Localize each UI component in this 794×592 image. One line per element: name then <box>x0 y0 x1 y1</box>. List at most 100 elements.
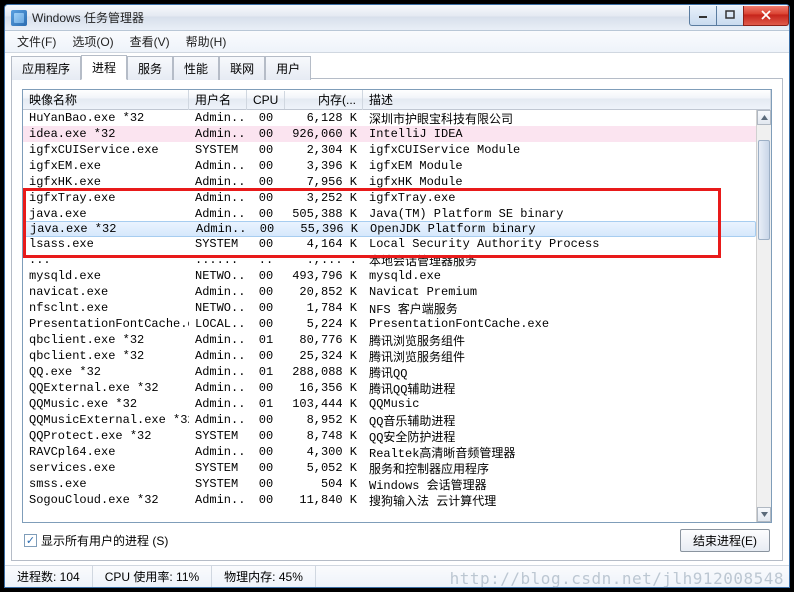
cell-cpu: 00 <box>247 349 285 363</box>
tab-networking[interactable]: 联网 <box>219 56 265 80</box>
checkbox-label: 显示所有用户的进程 (S) <box>41 532 168 549</box>
cell-cpu: 00 <box>248 222 286 236</box>
table-row[interactable]: QQMusic.exe *32Admin...01103,444 KQQMusi… <box>23 396 756 412</box>
cell-user: Admin... <box>189 127 247 141</box>
cell-mem: 6,128 K <box>285 111 363 125</box>
cell-cpu: 00 <box>247 493 285 507</box>
maximize-button[interactable] <box>716 6 744 26</box>
list-header: 映像名称 用户名 CPU 内存(... 描述 <box>23 90 771 110</box>
tabs: 应用程序 进程 服务 性能 联网 用户 <box>11 57 783 79</box>
cell-mem: 55,396 K <box>286 222 364 236</box>
tab-processes[interactable]: 进程 <box>81 55 127 80</box>
table-row[interactable]: QQMusicExternal.exe *32Admin...008,952 K… <box>23 412 756 428</box>
table-row[interactable]: java.exeAdmin...00505,388 KJava(TM) Plat… <box>23 206 756 222</box>
cell-user: LOCAL... <box>189 317 247 331</box>
table-row[interactable]: SogouCloud.exe *32Admin...0011,840 K搜狗输入… <box>23 492 756 508</box>
cell-mem: 504 K <box>285 477 363 491</box>
cell-desc: igfxEM Module <box>363 159 756 173</box>
bottom-bar: ✓ 显示所有用户的进程 (S) 结束进程(E) <box>22 523 772 554</box>
tab-users[interactable]: 用户 <box>265 56 311 80</box>
table-row[interactable]: lsass.exeSYSTEM004,164 KLocal Security A… <box>23 236 756 252</box>
cell-mem: 5,224 K <box>285 317 363 331</box>
cell-name: smss.exe <box>23 477 189 491</box>
col-cpu[interactable]: CPU <box>247 91 285 109</box>
cell-name: mysqld.exe <box>23 269 189 283</box>
cell-user: NETWO... <box>189 269 247 283</box>
cell-user: Admin... <box>189 175 247 189</box>
scroll-thumb[interactable] <box>758 140 770 240</box>
end-process-button[interactable]: 结束进程(E) <box>680 529 770 552</box>
cell-mem: 8,952 K <box>285 413 363 427</box>
cell-mem: .,... . <box>285 253 363 267</box>
table-row[interactable]: java.exe *32Admin...0055,396 KOpenJDK Pl… <box>23 221 756 237</box>
tab-applications[interactable]: 应用程序 <box>11 56 81 80</box>
close-button[interactable] <box>743 6 789 26</box>
vertical-scrollbar[interactable] <box>756 110 771 522</box>
col-memory[interactable]: 内存(... <box>285 89 363 110</box>
table-row[interactable]: HuYanBao.exe *32Admin...006,128 K深圳市护眼宝科… <box>23 110 756 126</box>
table-row[interactable]: QQExternal.exe *32Admin...0016,356 K腾讯QQ… <box>23 380 756 396</box>
table-row[interactable]: igfxHK.exeAdmin...007,956 KigfxHK Module <box>23 174 756 190</box>
scroll-down-button[interactable] <box>757 507 771 522</box>
table-row[interactable]: idea.exe *32Admin...00926,060 KIntelliJ … <box>23 126 756 142</box>
table-row[interactable]: qbclient.exe *32Admin...0180,776 K腾讯浏览服务… <box>23 332 756 348</box>
table-row[interactable]: QQ.exe *32Admin...01288,088 K腾讯QQ <box>23 364 756 380</box>
table-row[interactable]: ............,... .本地会话管理器服务 <box>23 252 756 268</box>
cell-user: Admin... <box>189 207 247 221</box>
table-row[interactable]: smss.exeSYSTEM00504 KWindows 会话管理器 <box>23 476 756 492</box>
cell-desc: 腾讯QQ辅助进程 <box>363 380 756 397</box>
cell-name: navicat.exe <box>23 285 189 299</box>
menu-help[interactable]: 帮助(H) <box>178 31 235 52</box>
cell-mem: 926,060 K <box>285 127 363 141</box>
minimize-button[interactable] <box>689 6 717 26</box>
cell-cpu: 01 <box>247 333 285 347</box>
tab-performance[interactable]: 性能 <box>173 56 219 80</box>
cell-desc: QQ音乐辅助进程 <box>363 412 756 429</box>
cell-name: qbclient.exe *32 <box>23 333 189 347</box>
cell-user: SYSTEM <box>189 237 247 251</box>
scroll-up-button[interactable] <box>757 110 771 125</box>
cell-mem: 103,444 K <box>285 397 363 411</box>
cell-cpu: .. <box>247 253 285 267</box>
menu-file[interactable]: 文件(F) <box>9 31 64 52</box>
menu-options[interactable]: 选项(O) <box>64 31 121 52</box>
col-user[interactable]: 用户名 <box>189 89 247 110</box>
cell-desc: 本地会话管理器服务 <box>363 252 756 269</box>
cell-name: lsass.exe <box>23 237 189 251</box>
col-image-name[interactable]: 映像名称 <box>23 89 189 110</box>
cell-desc: PresentationFontCache.exe <box>363 317 756 331</box>
status-process-count: 进程数: 104 <box>5 566 93 587</box>
table-row[interactable]: mysqld.exeNETWO...00493,796 Kmysqld.exe <box>23 268 756 284</box>
menubar: 文件(F) 选项(O) 查看(V) 帮助(H) <box>5 31 789 53</box>
cell-mem: 493,796 K <box>285 269 363 283</box>
process-list: 映像名称 用户名 CPU 内存(... 描述 HuYanBao.exe *32A… <box>22 89 772 523</box>
cell-desc: Realtek高清晰音频管理器 <box>363 444 756 461</box>
cell-mem: 2,304 K <box>285 143 363 157</box>
table-row[interactable]: services.exeSYSTEM005,052 K服务和控制器应用程序 <box>23 460 756 476</box>
list-body[interactable]: HuYanBao.exe *32Admin...006,128 K深圳市护眼宝科… <box>23 110 756 522</box>
cell-cpu: 00 <box>247 175 285 189</box>
cell-name: igfxTray.exe <box>23 191 189 205</box>
tab-services[interactable]: 服务 <box>127 56 173 80</box>
table-row[interactable]: RAVCpl64.exeAdmin...004,300 KRealtek高清晰音… <box>23 444 756 460</box>
cell-cpu: 00 <box>247 269 285 283</box>
table-row[interactable]: nfsclnt.exeNETWO...001,784 KNFS 客户端服务 <box>23 300 756 316</box>
table-row[interactable]: igfxTray.exeAdmin...003,252 KigfxTray.ex… <box>23 190 756 206</box>
table-row[interactable]: PresentationFontCache.exeLOCAL...005,224… <box>23 316 756 332</box>
table-row[interactable]: igfxEM.exeAdmin...003,396 KigfxEM Module <box>23 158 756 174</box>
show-all-users-checkbox[interactable]: ✓ 显示所有用户的进程 (S) <box>24 532 168 549</box>
cell-desc: 服务和控制器应用程序 <box>363 460 756 477</box>
menu-view[interactable]: 查看(V) <box>122 31 178 52</box>
table-row[interactable]: qbclient.exe *32Admin...0025,324 K腾讯浏览服务… <box>23 348 756 364</box>
cell-user: Admin... <box>189 413 247 427</box>
cell-name: RAVCpl64.exe <box>23 445 189 459</box>
window-title: Windows 任务管理器 <box>32 9 690 26</box>
cell-user: Admin... <box>189 381 247 395</box>
table-row[interactable]: navicat.exeAdmin...0020,852 KNavicat Pre… <box>23 284 756 300</box>
cell-desc: mysqld.exe <box>363 269 756 283</box>
col-description[interactable]: 描述 <box>363 89 771 110</box>
titlebar[interactable]: Windows 任务管理器 <box>5 5 789 31</box>
table-row[interactable]: igfxCUIService.exeSYSTEM002,304 KigfxCUI… <box>23 142 756 158</box>
cell-cpu: 01 <box>247 365 285 379</box>
table-row[interactable]: QQProtect.exe *32SYSTEM008,748 KQQ安全防护进程 <box>23 428 756 444</box>
